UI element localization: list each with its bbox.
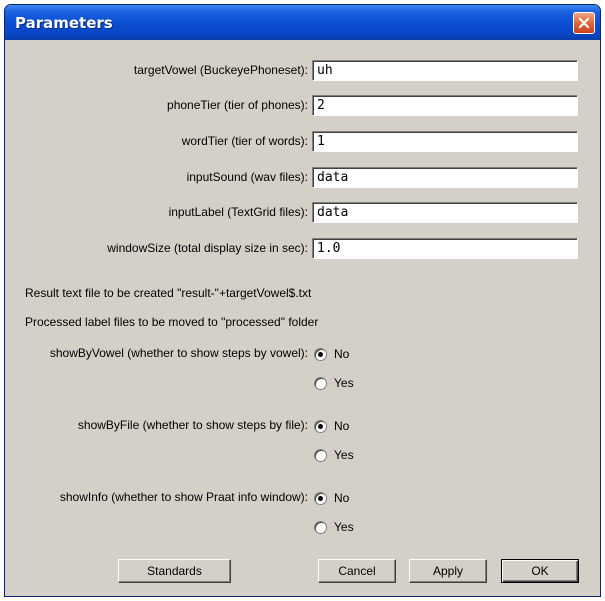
- window-size-label: windowSize (total display size in sec):: [107, 241, 308, 255]
- standards-button[interactable]: Standards: [118, 559, 231, 583]
- cancel-button[interactable]: Cancel: [318, 559, 396, 583]
- radio-unchecked-icon: [314, 376, 327, 390]
- target-vowel-input[interactable]: [312, 60, 578, 81]
- close-icon: [578, 17, 590, 29]
- phone-tier-label: phoneTier (tier of phones):: [167, 98, 308, 112]
- radio-unchecked-icon: [314, 520, 327, 534]
- title-bar[interactable]: Parameters: [5, 5, 600, 40]
- show-by-file-label: showByFile (whether to show steps by fil…: [77, 418, 308, 432]
- input-label-input[interactable]: [312, 202, 578, 223]
- radio-checked-icon: [314, 491, 327, 505]
- ok-button[interactable]: OK: [501, 559, 579, 583]
- show-info-no-radio[interactable]: No: [314, 490, 349, 506]
- window-size-input[interactable]: [312, 238, 578, 259]
- show-info-yes-radio[interactable]: Yes: [314, 519, 354, 535]
- input-sound-label: inputSound (wav files):: [186, 170, 308, 184]
- radio-option-label: No: [334, 491, 350, 505]
- input-sound-input[interactable]: [312, 167, 578, 188]
- result-file-info: Result text file to be created "result-"…: [25, 286, 312, 300]
- radio-checked-icon: [314, 419, 327, 433]
- parameters-dialog: Parameters targetVowel (BuckeyePhoneset)…: [4, 4, 601, 597]
- close-button[interactable]: [573, 12, 595, 34]
- show-by-file-yes-radio[interactable]: Yes: [314, 447, 354, 463]
- phone-tier-input[interactable]: [312, 95, 578, 116]
- radio-option-label: Yes: [334, 376, 354, 390]
- radio-checked-icon: [314, 347, 327, 361]
- window-title: Parameters: [15, 14, 113, 32]
- radio-option-label: Yes: [334, 448, 354, 462]
- radio-unchecked-icon: [314, 448, 327, 462]
- radio-option-label: No: [334, 347, 350, 361]
- input-label-label: inputLabel (TextGrid files):: [168, 205, 308, 219]
- word-tier-input[interactable]: [312, 131, 578, 152]
- dialog-content: targetVowel (BuckeyePhoneset): phoneTier…: [5, 40, 600, 596]
- word-tier-label: wordTier (tier of words):: [181, 134, 308, 148]
- target-vowel-label: targetVowel (BuckeyePhoneset):: [133, 63, 308, 77]
- show-by-vowel-label: showByVowel (whether to show steps by vo…: [49, 346, 308, 360]
- processed-folder-info: Processed label files to be moved to "pr…: [25, 315, 319, 329]
- show-by-file-no-radio[interactable]: No: [314, 418, 349, 434]
- radio-option-label: No: [334, 419, 350, 433]
- apply-button[interactable]: Apply: [409, 559, 487, 583]
- radio-option-label: Yes: [334, 520, 354, 534]
- show-by-vowel-no-radio[interactable]: No: [314, 346, 349, 362]
- show-by-vowel-yes-radio[interactable]: Yes: [314, 375, 354, 391]
- show-info-label: showInfo (whether to show Praat info win…: [59, 490, 308, 504]
